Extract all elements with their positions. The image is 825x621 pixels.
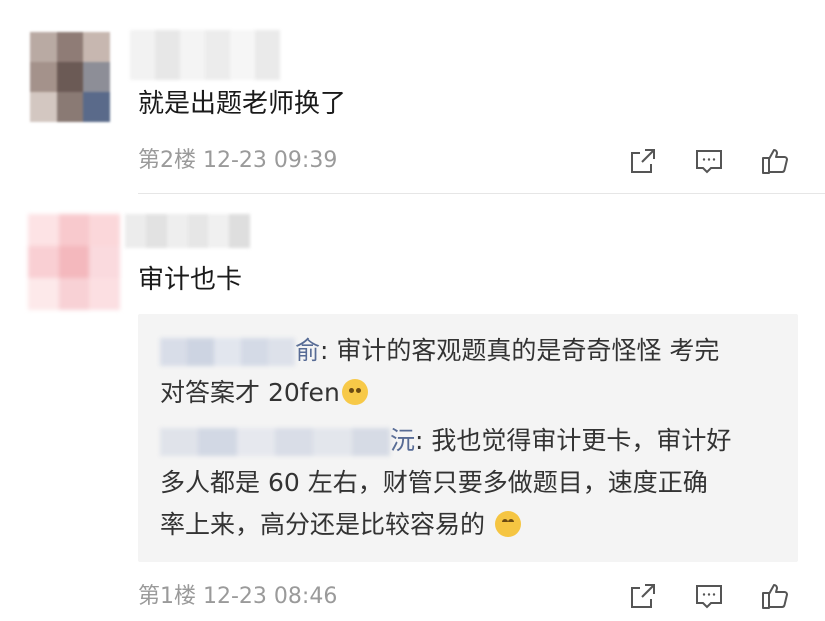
share-button[interactable] — [625, 143, 661, 179]
avatar-pixel — [58, 278, 90, 310]
like-icon — [762, 584, 788, 609]
reply-username-blurred[interactable] — [160, 338, 295, 366]
avatar-pixel — [58, 214, 90, 246]
username-blurred[interactable] — [130, 30, 280, 80]
reply-username-pixel — [214, 338, 241, 366]
username-mosaic — [125, 214, 250, 248]
avatar-pixel — [28, 214, 59, 246]
share-icon — [631, 584, 655, 608]
avatar[interactable] — [30, 32, 110, 122]
reply-item[interactable]: 沅: 我也觉得审计更卡，审计好 多人都是 60 左右，财管只要多做题目，速度正确… — [160, 420, 785, 546]
username-pixel — [155, 30, 180, 80]
reply-username-pixel — [198, 428, 237, 456]
username-pixel — [145, 214, 167, 248]
reply-text-line2: 多人都是 60 左右，财管只要多做题目，速度正确 — [160, 468, 708, 497]
reply-username-pixel — [313, 428, 352, 456]
avatar-mosaic — [30, 32, 110, 122]
username-pixel — [208, 214, 230, 248]
reply-username-pixel — [160, 338, 187, 366]
avatar-pixel — [30, 32, 57, 62]
reply-text: : 审计的客观题真的是奇奇怪怪 考完 — [320, 336, 720, 365]
reply-username-mosaic — [160, 338, 295, 366]
avatar-pixel — [83, 92, 110, 122]
comment-meta: 第2楼 12-23 09:39 — [138, 147, 337, 175]
reply-text-line2: 对答案才 20fen — [160, 378, 340, 407]
comment-meta: 第1楼 12-23 08:46 — [138, 583, 337, 611]
avatar-pixel — [56, 92, 84, 122]
like-button[interactable] — [757, 143, 793, 179]
avatar-pixel — [58, 246, 90, 278]
username-pixel — [230, 30, 255, 80]
comment-floor-2: 就是出题老师换了 第2楼 12-23 09:39 — [0, 0, 825, 194]
reply-username-pixel — [187, 338, 214, 366]
avatar-pixel — [28, 278, 59, 310]
reply-username-pixel — [241, 338, 268, 366]
comment-actions — [625, 578, 793, 614]
floor-label: 第2楼 — [138, 148, 196, 173]
avatar-pixel — [56, 62, 84, 92]
reply-username-mosaic — [160, 428, 390, 456]
username-mosaic — [130, 30, 280, 80]
avatar-pixel — [56, 32, 84, 62]
reply-item[interactable]: 俞: 审计的客观题真的是奇奇怪怪 考完 对答案才 20fen — [160, 330, 785, 414]
username-pixel — [187, 214, 209, 248]
ohno-emoji — [341, 379, 368, 405]
username-pixel — [166, 214, 188, 248]
share-icon — [631, 149, 655, 173]
avatar-pixel — [30, 62, 57, 92]
comment-text: 就是出题老师换了 — [138, 89, 347, 119]
like-button[interactable] — [757, 578, 793, 614]
laugh-emoji — [494, 511, 521, 537]
comment-icon — [696, 150, 722, 174]
avatar-pixel — [30, 92, 57, 122]
floor-label: 第1楼 — [138, 584, 196, 609]
comment-icon — [696, 585, 722, 609]
reply-text: : 我也觉得审计更卡，审计好 — [415, 426, 732, 455]
comment-actions — [625, 143, 793, 179]
reply-username-pixel — [351, 428, 390, 456]
reply-username-pixel — [236, 428, 275, 456]
avatar-pixel — [89, 214, 120, 246]
reply-username-pixel — [274, 428, 314, 456]
reply-username-blurred[interactable] — [160, 428, 390, 456]
reply-text-line3: 率上来，高分还是比较容易的 — [160, 510, 486, 539]
avatar[interactable] — [28, 214, 120, 310]
username-blurred[interactable] — [125, 214, 250, 248]
username-pixel — [130, 30, 155, 80]
avatar-pixel — [83, 62, 110, 92]
avatar-pixel — [89, 278, 120, 310]
reply-list: 俞: 审计的客观题真的是奇奇怪怪 考完 对答案才 20fen 沅: 我也觉得审计… — [138, 314, 798, 562]
reply-button[interactable] — [691, 143, 727, 179]
username-pixel — [205, 30, 230, 80]
avatar-pixel — [28, 246, 59, 278]
avatar-mosaic — [28, 214, 120, 310]
avatar-pixel — [89, 246, 120, 278]
reply-username-pixel — [268, 338, 295, 366]
reply-button[interactable] — [691, 578, 727, 614]
username-pixel — [255, 30, 280, 80]
username-pixel — [180, 30, 205, 80]
comment-time: 12-23 08:46 — [203, 584, 338, 609]
username-pixel — [125, 214, 146, 248]
reply-username-tail[interactable]: 沅 — [390, 426, 415, 455]
avatar-pixel — [83, 32, 110, 62]
username-pixel — [229, 214, 250, 248]
comment-time: 12-23 09:39 — [203, 148, 338, 173]
share-button[interactable] — [625, 578, 661, 614]
reply-username-tail[interactable]: 俞 — [295, 336, 320, 365]
comment-text: 审计也卡 — [138, 265, 243, 295]
reply-username-pixel — [160, 428, 199, 456]
like-icon — [762, 149, 788, 174]
